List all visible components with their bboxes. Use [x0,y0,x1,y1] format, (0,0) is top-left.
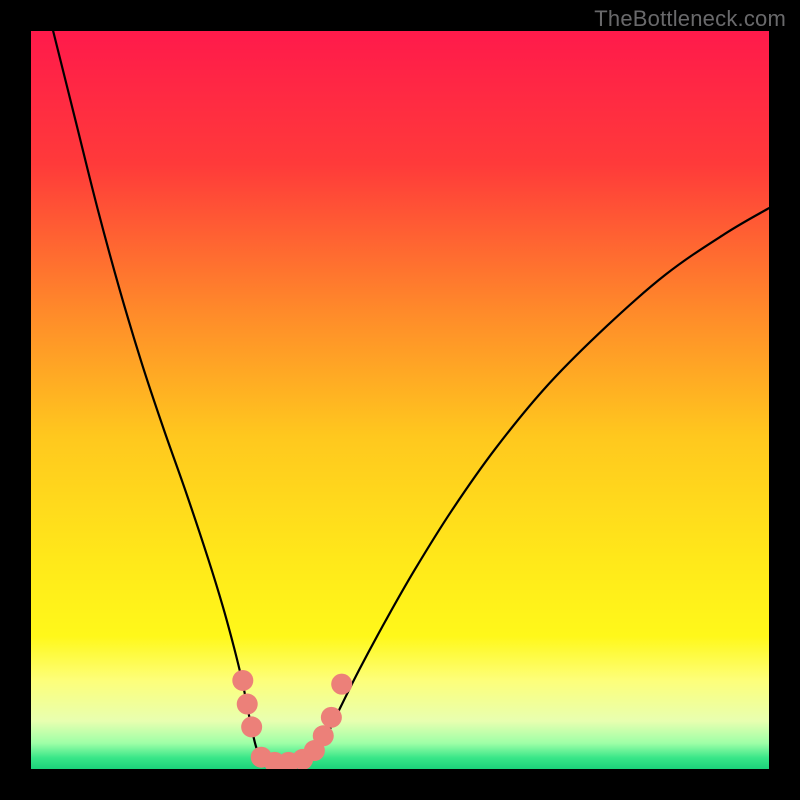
curve-right-branch [282,208,769,767]
plot-area [31,31,769,769]
valley-markers [232,670,352,769]
watermark-text: TheBottleneck.com [594,6,786,32]
curve-left-branch [53,31,282,768]
marker-dot [331,674,352,695]
bottleneck-curve [53,31,769,768]
marker-dot [237,694,258,715]
chart-stage: TheBottleneck.com [0,0,800,800]
marker-dot [241,716,262,737]
marker-dot [232,670,253,691]
marker-dot [313,725,334,746]
marker-dot [321,707,342,728]
curves-layer [31,31,769,769]
